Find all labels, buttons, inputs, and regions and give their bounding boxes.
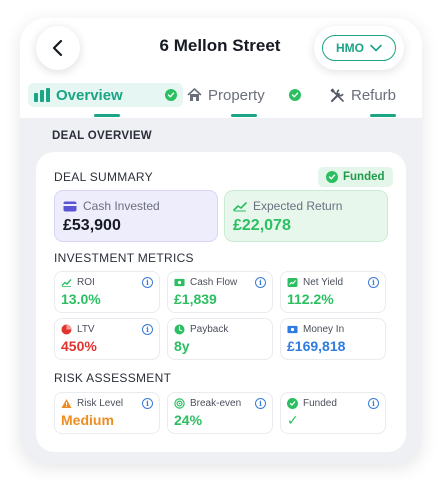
page-title: 6 Mellon Street	[159, 36, 281, 55]
property-type-dropdown[interactable]: HMO	[314, 26, 404, 70]
investment-metrics-title: INVESTMENT METRICS	[54, 251, 194, 265]
app-screen: 6 Mellon Street HMO Overview Property Re…	[20, 18, 422, 464]
info-icon[interactable]: i	[255, 398, 266, 409]
tab-refurb-label: Refurb	[351, 86, 397, 104]
status-badge-label: Funded	[343, 171, 385, 183]
check-circle-icon	[287, 398, 298, 409]
info-icon[interactable]: i	[255, 277, 266, 288]
chart-icon	[287, 278, 298, 287]
risk-assessment-title: RISK ASSESSMENT	[54, 371, 172, 385]
deal-overview-card: DEAL SUMMARY Funded Cash Invested £53,90…	[36, 152, 406, 452]
info-icon[interactable]: i	[142, 398, 153, 409]
chevron-left-icon	[52, 39, 63, 57]
metric-value: 13.0%	[61, 291, 101, 307]
metric-break-even[interactable]: Break-even i 24%	[167, 392, 273, 434]
info-icon[interactable]: i	[142, 324, 153, 335]
metric-label: Payback	[190, 324, 229, 335]
metric-label: LTV	[77, 324, 95, 335]
tools-icon	[330, 87, 344, 102]
metric-value: 24%	[174, 412, 203, 428]
info-icon[interactable]: i	[142, 277, 153, 288]
metric-value: 450%	[61, 338, 97, 354]
tab-refurb-indicator	[370, 114, 396, 117]
trend-up-icon	[233, 201, 247, 211]
tab-refurb[interactable]: Refurb	[330, 84, 396, 106]
back-button[interactable]	[36, 26, 80, 70]
tab-property-indicator	[231, 114, 257, 117]
tab-overview[interactable]: Overview	[28, 83, 183, 107]
tab-property-label: Property	[208, 86, 265, 104]
banknote-icon	[174, 278, 185, 287]
pie-chart-icon	[61, 324, 72, 335]
metric-label: Risk Level	[77, 398, 124, 409]
metric-label: ROI	[77, 277, 95, 288]
deal-summary-title: DEAL SUMMARY	[54, 170, 153, 184]
warning-icon	[61, 399, 72, 408]
cash-invested-value: £53,900	[63, 217, 121, 234]
metric-label: Break-even	[190, 398, 242, 409]
property-type-value: HMO	[336, 41, 364, 55]
metric-value: 8y	[174, 338, 190, 354]
metric-net-yield[interactable]: Net Yield i 112.2%	[280, 271, 386, 313]
metric-risk-level[interactable]: Risk Level i Medium	[54, 392, 160, 434]
cash-invested-tile: Cash Invested £53,900	[54, 190, 218, 242]
tab-overview-indicator	[94, 114, 120, 117]
metric-value: £1,839	[174, 291, 217, 307]
expected-return-tile: Expected Return £22,078	[224, 190, 388, 242]
metric-cash-flow[interactable]: Cash Flow i £1,839	[167, 271, 273, 313]
metric-ltv[interactable]: LTV i 450%	[54, 318, 160, 360]
trend-up-icon	[61, 279, 72, 287]
header: 6 Mellon Street HMO Overview Property Re…	[20, 18, 422, 118]
check-circle-icon	[326, 171, 338, 183]
home-icon	[187, 88, 202, 101]
metric-money-in[interactable]: Money In £169,818	[280, 318, 386, 360]
status-badge: Funded	[318, 167, 393, 187]
info-icon[interactable]: i	[368, 398, 379, 409]
metric-label: Funded	[303, 398, 337, 409]
metric-funded[interactable]: Funded i ✓	[280, 392, 386, 434]
credit-card-icon	[63, 201, 77, 211]
metric-label: Net Yield	[303, 277, 344, 288]
metric-value: Medium	[61, 412, 114, 428]
check-circle-icon	[288, 89, 301, 101]
info-icon[interactable]: i	[368, 277, 379, 288]
metric-label: Money In	[303, 324, 345, 335]
tab-overview-label: Overview	[56, 86, 123, 104]
expected-return-value: £22,078	[233, 217, 291, 234]
banknote-icon	[287, 325, 298, 334]
metric-roi[interactable]: ROI i 13.0%	[54, 271, 160, 313]
bar-chart-icon	[34, 88, 50, 102]
metric-value: £169,818	[287, 338, 346, 354]
chevron-down-icon	[370, 44, 382, 52]
tab-property[interactable]: Property	[187, 84, 301, 106]
target-icon	[174, 398, 185, 409]
expected-return-label: Expected Return	[253, 199, 343, 213]
check-circle-icon	[164, 89, 177, 101]
cash-invested-label: Cash Invested	[83, 199, 160, 213]
section-title: DEAL OVERVIEW	[52, 130, 152, 142]
metric-label: Cash Flow	[190, 277, 238, 288]
clock-icon	[174, 324, 185, 335]
metric-payback[interactable]: Payback 8y	[167, 318, 273, 360]
metric-value: ✓	[287, 412, 299, 428]
metric-value: 112.2%	[287, 291, 334, 307]
